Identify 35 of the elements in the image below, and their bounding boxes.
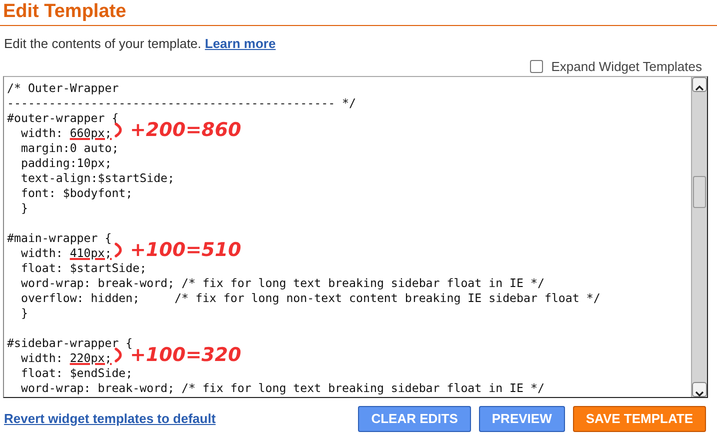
action-button[interactable]: PREVIEW: [478, 406, 565, 432]
code-line: float: $startSide;: [20, 260, 147, 276]
scrollbar[interactable]: [691, 76, 707, 396]
action-button[interactable]: SAVE TEMPLATE: [572, 406, 706, 432]
checkbox[interactable]: [530, 60, 544, 73]
code-line: #main-wrapper {: [7, 230, 112, 246]
code-editor[interactable]: [3, 76, 708, 398]
code-line: /* Outer-Wrapper: [7, 80, 119, 96]
scroll-up-button[interactable]: [692, 76, 707, 92]
code-line: overflow: hidden; /* fix for long non-text content breaking IE sidebar float */: [20, 290, 600, 306]
code-line: }: [20, 306, 28, 320]
code-line: ----------------------------------------------- */: [7, 96, 356, 110]
checkbox-label: Expand Widget Templates: [551, 58, 702, 76]
code-line: width: 660px;: [20, 126, 112, 140]
description-text: Edit the contents of your template.: [4, 36, 202, 51]
annotation-text: +100=510: [130, 238, 242, 260]
code-line: text-align:$startSide;: [20, 170, 175, 186]
code-line: padding:10px;: [20, 156, 112, 170]
code-line: word-wrap: break-word; /* fix for long text breaking sidebar float in IE */: [20, 380, 544, 396]
annotation-text: +100=320: [130, 344, 242, 366]
code-line: word-wrap: break-word; /* fix for long text breaking sidebar float in IE */: [20, 276, 544, 290]
action-button[interactable]: CLEAR EDITS: [358, 406, 471, 432]
code-line: width: 220px;: [20, 350, 112, 366]
learn-more-link[interactable]: Learn more: [204, 36, 276, 51]
code-line: width: 410px;: [20, 246, 112, 260]
revert-link[interactable]: Revert widget templates to default: [4, 408, 216, 428]
code-line: #sidebar-wrapper {: [7, 336, 133, 350]
code-line: font: $bodyfont;: [20, 186, 133, 200]
page-title: Edit Template: [2, 0, 128, 24]
code-line: }: [20, 200, 28, 216]
scroll-down-button[interactable]: [692, 382, 707, 396]
code-line: margin:0 auto;: [20, 140, 119, 156]
scroll-thumb[interactable]: [693, 176, 706, 208]
code-line: float: $endSide;: [20, 366, 133, 380]
annotation-text: +200=860: [130, 118, 242, 140]
